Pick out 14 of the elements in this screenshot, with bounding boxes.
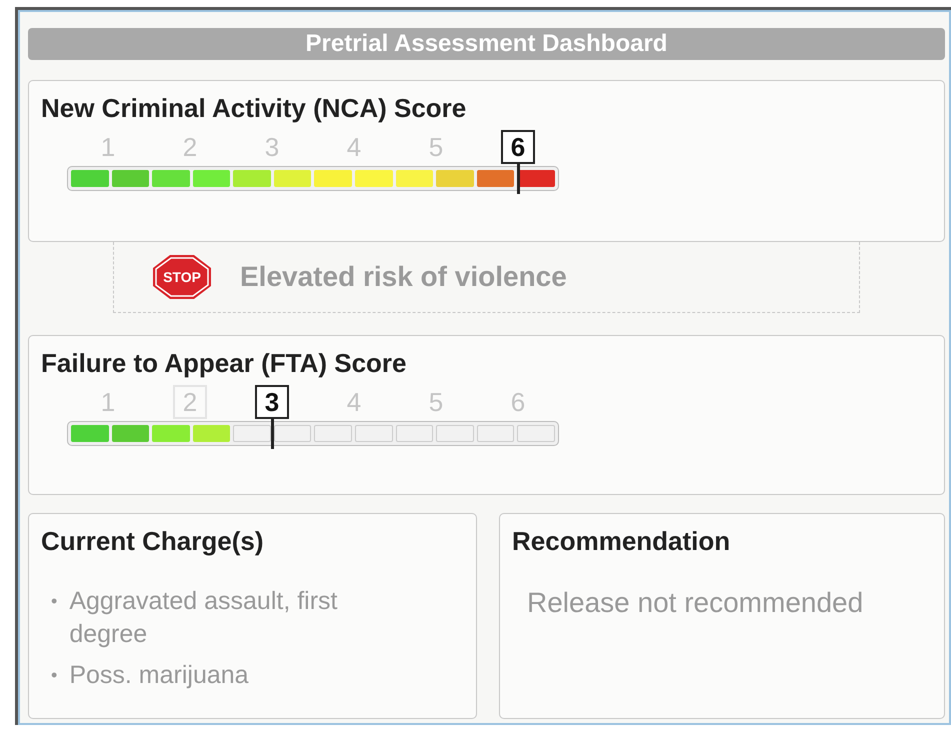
score-title: New Criminal Activity (NCA) Score — [41, 93, 468, 124]
dashboard-title: Pretrial Assessment Dashboard — [28, 28, 945, 60]
recommendation-text: Release not recommended — [527, 587, 864, 619]
marker-line — [271, 417, 274, 449]
charge-item: Aggravated assault, first degree — [69, 586, 339, 650]
marker-line — [517, 162, 520, 194]
charges-title: Current Charge(s) — [41, 526, 264, 557]
bullet: • — [51, 664, 58, 687]
alert-text: Elevated risk of violence — [240, 261, 567, 293]
charge-item: Poss. marijuana — [69, 660, 250, 691]
score-title: Failure to Appear (FTA) Score — [41, 348, 408, 379]
recommendation-title: Recommendation — [512, 526, 732, 557]
stop-sign-icon: STOP — [152, 254, 212, 300]
bullet: • — [51, 590, 58, 613]
